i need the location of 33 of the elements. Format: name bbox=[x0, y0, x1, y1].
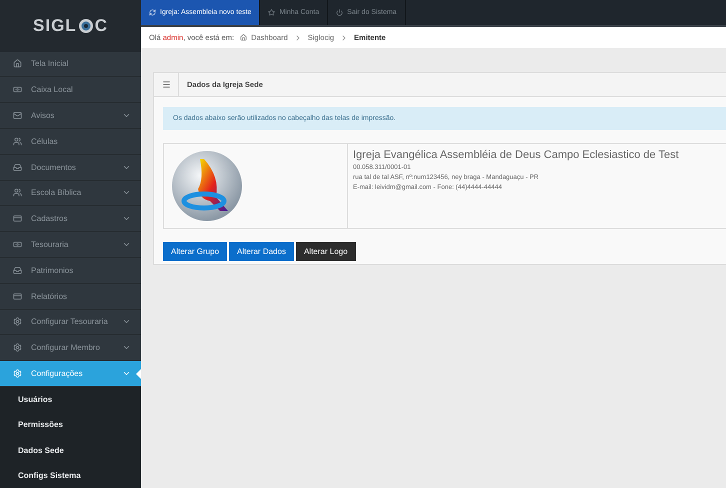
card-icon bbox=[13, 292, 22, 301]
settings-icon bbox=[13, 369, 22, 378]
action-button[interactable]: Alterar Dados bbox=[229, 242, 294, 261]
home-icon bbox=[240, 34, 248, 41]
home-icon bbox=[13, 59, 22, 68]
settings-icon bbox=[13, 317, 22, 326]
submenu-item[interactable]: Usuários bbox=[0, 386, 141, 412]
refresh-icon bbox=[149, 9, 156, 16]
lens-icon bbox=[78, 18, 94, 34]
banknote-icon bbox=[13, 240, 22, 250]
users-icon bbox=[13, 188, 22, 198]
sidebar-item[interactable]: Configurações bbox=[0, 361, 141, 387]
sidebar-item[interactable]: Escola Bíblica bbox=[0, 180, 141, 206]
card-icon bbox=[13, 214, 22, 224]
tray-icon bbox=[13, 162, 22, 172]
submenu-item[interactable]: Permissões bbox=[0, 412, 141, 438]
sigloc-logo: SIGL C bbox=[0, 0, 141, 52]
submenu-item[interactable]: Dados Sede bbox=[0, 437, 141, 463]
star-icon bbox=[268, 9, 276, 16]
action-button[interactable]: Alterar Logo bbox=[296, 242, 356, 261]
settings-icon bbox=[13, 343, 22, 352]
users-icon bbox=[13, 136, 22, 146]
sidebar-item[interactable]: Relatórios bbox=[0, 284, 141, 310]
action-button[interactable]: Alterar Grupo bbox=[163, 242, 228, 261]
submenu-item[interactable]: Configs Sistema bbox=[0, 462, 141, 488]
active-marker bbox=[136, 369, 141, 380]
mail-icon bbox=[13, 111, 22, 120]
banknote-icon bbox=[13, 85, 22, 94]
tray-icon bbox=[13, 266, 22, 275]
sidebar-item[interactable]: Tela Inicial bbox=[0, 52, 141, 78]
church-name: Igreja Evangélica Assembléia de Deus Campo Eclesiastico de Test bbox=[353, 149, 679, 161]
sidebar-item[interactable]: Configurar Tesouraria bbox=[0, 310, 141, 336]
power-icon bbox=[336, 9, 344, 16]
